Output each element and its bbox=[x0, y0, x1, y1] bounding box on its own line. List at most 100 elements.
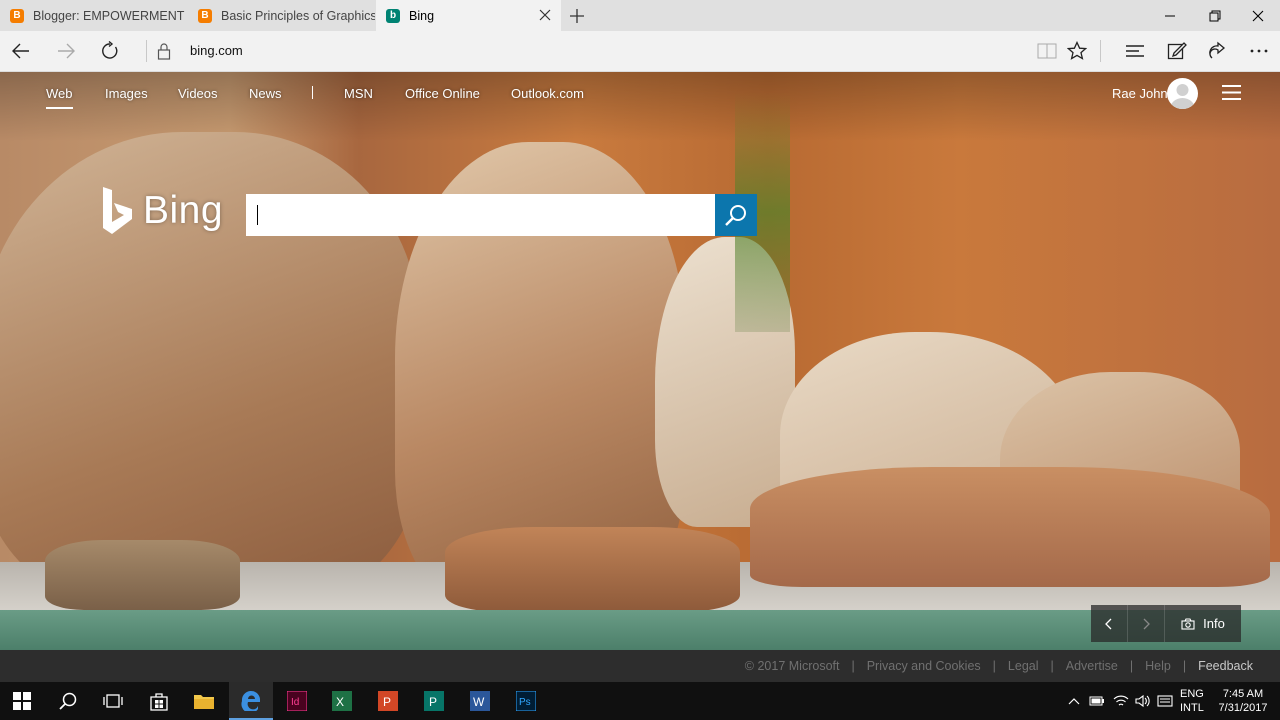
close-tab-icon[interactable] bbox=[537, 7, 553, 23]
text-caret bbox=[257, 205, 258, 225]
user-name[interactable]: Rae John bbox=[1112, 86, 1168, 101]
store-icon bbox=[150, 693, 168, 711]
web-note-button[interactable] bbox=[1162, 37, 1192, 65]
more-icon bbox=[1250, 49, 1268, 53]
keyboard-icon bbox=[1157, 695, 1173, 707]
share-button[interactable] bbox=[1203, 37, 1233, 65]
powerpoint-app[interactable]: P bbox=[366, 682, 410, 720]
restore-icon bbox=[1209, 10, 1221, 21]
forward-button[interactable] bbox=[51, 37, 81, 65]
windows-taskbar: Id X P P W Ps ENG INTL 7:45 AM 7/31/2017 bbox=[0, 682, 1280, 720]
new-tab-icon[interactable] bbox=[566, 6, 588, 26]
publisher-app[interactable]: P bbox=[412, 682, 456, 720]
store-app[interactable] bbox=[137, 682, 181, 720]
nav-images[interactable]: Images bbox=[105, 86, 148, 101]
bing-top-nav: Web Images Videos News MSN Office Online… bbox=[0, 72, 1280, 114]
indesign-app[interactable]: Id bbox=[275, 682, 319, 720]
advertise-link[interactable]: Advertise bbox=[1066, 659, 1118, 673]
chevron-left-icon bbox=[1105, 618, 1112, 629]
divider bbox=[1100, 40, 1101, 62]
star-icon bbox=[1067, 41, 1087, 60]
search-icon bbox=[59, 692, 77, 710]
indesign-icon: Id bbox=[287, 691, 307, 711]
tab-bing[interactable]: b Bing bbox=[376, 0, 561, 31]
svg-text:W: W bbox=[473, 695, 485, 709]
legal-link[interactable]: Legal bbox=[1008, 659, 1039, 673]
svg-text:P: P bbox=[383, 695, 391, 709]
image-controls: Info bbox=[1091, 605, 1241, 642]
favorite-button[interactable] bbox=[1062, 37, 1092, 65]
feedback-link[interactable]: Feedback bbox=[1198, 659, 1253, 673]
browser-toolbar: bing.com bbox=[0, 31, 1280, 72]
avatar[interactable] bbox=[1167, 78, 1198, 109]
show-hidden-icons-button[interactable] bbox=[1066, 682, 1082, 720]
photoshop-app[interactable]: Ps bbox=[504, 682, 548, 720]
excel-app[interactable]: X bbox=[320, 682, 364, 720]
help-link[interactable]: Help bbox=[1145, 659, 1171, 673]
next-image-button[interactable] bbox=[1128, 605, 1165, 642]
wifi-icon bbox=[1113, 695, 1129, 706]
date: 7/31/2017 bbox=[1218, 702, 1268, 714]
search-taskbar-button[interactable] bbox=[46, 682, 90, 720]
clock[interactable]: 7:45 AM 7/31/2017 bbox=[1214, 687, 1272, 715]
action-center-button[interactable] bbox=[1156, 682, 1174, 720]
hub-icon bbox=[1126, 45, 1144, 57]
bing-footer: © 2017 Microsoft | Privacy and Cookies |… bbox=[0, 650, 1280, 682]
divider bbox=[146, 40, 147, 62]
network-status[interactable] bbox=[1112, 682, 1130, 720]
close-icon bbox=[1252, 10, 1264, 21]
refresh-button[interactable] bbox=[95, 37, 125, 65]
bing-icon: b bbox=[386, 8, 400, 23]
svg-text:Ps: Ps bbox=[519, 697, 531, 708]
nav-news[interactable]: News bbox=[249, 86, 282, 101]
lock-icon bbox=[157, 43, 171, 60]
folder-icon bbox=[194, 695, 214, 709]
tab-label: Bing bbox=[409, 8, 435, 23]
previous-image-button[interactable] bbox=[1091, 605, 1128, 642]
image-info-button[interactable]: Info bbox=[1165, 605, 1241, 642]
keyboard-layout: INTL bbox=[1180, 702, 1204, 714]
back-arrow-icon bbox=[12, 43, 29, 59]
background-image bbox=[0, 72, 1280, 650]
search-button[interactable] bbox=[715, 194, 757, 236]
restore-button[interactable] bbox=[1193, 0, 1237, 31]
search-input[interactable] bbox=[246, 194, 715, 236]
input-language[interactable]: ENG INTL bbox=[1180, 687, 1204, 715]
file-explorer-app[interactable] bbox=[182, 682, 226, 720]
excel-icon: X bbox=[332, 691, 352, 711]
bing-logo[interactable]: Bing bbox=[101, 186, 223, 236]
chevron-right-icon bbox=[1143, 618, 1150, 629]
start-button[interactable] bbox=[0, 682, 44, 720]
nav-msn[interactable]: MSN bbox=[344, 86, 373, 101]
privacy-link[interactable]: Privacy and Cookies bbox=[867, 659, 981, 673]
back-button[interactable] bbox=[6, 37, 36, 65]
minimize-button[interactable] bbox=[1148, 0, 1192, 31]
blogger-icon: B bbox=[198, 8, 212, 23]
word-icon: W bbox=[470, 691, 490, 711]
address-bar[interactable]: bing.com bbox=[190, 43, 243, 58]
edge-app[interactable] bbox=[229, 682, 273, 720]
user-icon bbox=[1170, 84, 1195, 109]
nav-office-online[interactable]: Office Online bbox=[405, 86, 480, 101]
word-app[interactable]: W bbox=[458, 682, 502, 720]
nav-web[interactable]: Web bbox=[46, 86, 73, 109]
menu-icon[interactable] bbox=[1221, 84, 1242, 101]
minimize-icon bbox=[1165, 15, 1175, 16]
forward-arrow-icon bbox=[58, 43, 75, 59]
svg-text:Id: Id bbox=[291, 697, 299, 708]
nav-divider bbox=[312, 86, 313, 99]
reading-view-icon bbox=[1037, 43, 1057, 59]
nav-outlook[interactable]: Outlook.com bbox=[511, 86, 584, 101]
tab-blogger-empowerment[interactable]: B Blogger: EMPOWERMENT T bbox=[0, 0, 187, 31]
tab-strip: B Blogger: EMPOWERMENT T B Basic Princip… bbox=[0, 0, 1280, 31]
reading-view-button[interactable] bbox=[1032, 37, 1062, 65]
close-window-button[interactable] bbox=[1236, 0, 1280, 31]
battery-status[interactable] bbox=[1088, 682, 1106, 720]
task-view-button[interactable] bbox=[91, 682, 135, 720]
more-button[interactable] bbox=[1244, 37, 1274, 65]
hub-button[interactable] bbox=[1120, 37, 1150, 65]
photoshop-icon: Ps bbox=[516, 691, 536, 711]
tab-basic-principles[interactable]: B Basic Principles of Graphics bbox=[188, 0, 375, 31]
volume-control[interactable] bbox=[1134, 682, 1152, 720]
nav-videos[interactable]: Videos bbox=[178, 86, 218, 101]
